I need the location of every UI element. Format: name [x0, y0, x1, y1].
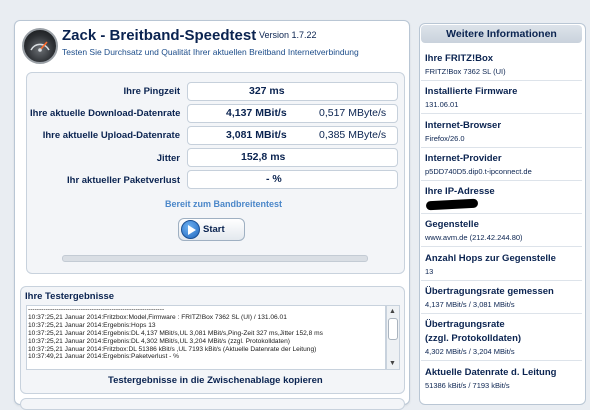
log-line: 10:37:25,21 Januar 2014:Fritzbox:Model,F…: [28, 313, 287, 321]
play-icon[interactable]: [181, 220, 200, 239]
browser-heading: Internet-Browser: [425, 120, 502, 131]
sidebar-divider: [421, 180, 582, 181]
hops-value: 13: [425, 267, 434, 276]
browser-value: Firefox/26.0: [425, 134, 465, 143]
download-mbyte-value: 0,517 MByte/s: [319, 107, 387, 119]
jitter-label: Jitter: [156, 153, 180, 164]
sidebar-divider: [421, 246, 582, 247]
bottom-panel: [20, 398, 405, 410]
log-line: 10:37:49,21 Januar 2014:Ergebnis:Paketve…: [28, 353, 180, 361]
protocol-rate-heading: Übertragungsrate: [425, 319, 505, 330]
results-title: Ihre Testergebnisse: [25, 291, 115, 302]
remote-host-value: www.avm.de (212.42.244.80): [425, 233, 523, 242]
measured-rate-heading: Übertragungsrate gemessen: [425, 286, 554, 297]
sidebar-divider: [421, 280, 582, 281]
jitter-value: 152,8 ms: [241, 151, 286, 163]
protocol-rate-subheading: (zzgl. Protokolldaten): [425, 333, 522, 344]
log-line: 10:37:25,21 Januar 2014:Ergebnis:Hops 13: [28, 321, 156, 329]
progress-bar: [62, 255, 368, 262]
results-log[interactable]: ----------------------------------------…: [26, 305, 386, 370]
jitter-value-box: [187, 148, 398, 167]
ping-value-box: [187, 82, 398, 101]
upload-mbyte-value: 0,385 MByte/s: [319, 129, 387, 141]
sidebar-divider: [421, 313, 582, 314]
upload-label: Ihre aktuelle Upload-Datenrate: [42, 130, 180, 141]
remote-host-heading: Gegenstelle: [425, 219, 479, 230]
line-rate-heading: Aktuelle Datenrate d. Leitung: [425, 367, 557, 378]
protocol-rate-value: 4,302 MBit/s / 3,204 MBit/s: [425, 347, 515, 356]
download-mbit-value: 4,137 MBit/s: [226, 107, 287, 119]
fritzbox-value: FRITZ!Box 7362 SL (UI): [425, 67, 506, 76]
fritzbox-heading: Ihre FRITZ!Box: [425, 53, 494, 64]
hops-heading: Anzahl Hops zur Gegenstelle: [425, 253, 556, 264]
status-text: Bereit zum Bandbreitentest: [165, 199, 283, 209]
app-subtitle: Testen Sie Durchsatz und Qualität Ihrer …: [62, 47, 359, 57]
measured-rate-value: 4,137 MBit/s / 3,081 MBit/s: [425, 300, 515, 309]
scroll-down-icon[interactable]: ▼: [388, 359, 397, 368]
ping-value: 327 ms: [249, 85, 285, 97]
provider-heading: Internet-Provider: [425, 153, 502, 164]
log-line: 10:37:25,21 Januar 2014:Ergebnis:DL 4,13…: [28, 329, 323, 337]
ping-label: Ihre Pingzeit: [123, 86, 180, 97]
packet-loss-value: - %: [266, 173, 282, 185]
firmware-heading: Installierte Firmware: [425, 86, 518, 97]
sidebar-divider: [421, 80, 582, 81]
speedometer-icon: [22, 28, 58, 64]
sidebar-divider: [421, 360, 582, 361]
line-rate-value: 51386 kBit/s / 7193 kBit/s: [425, 381, 510, 390]
packet-loss-value-box: [187, 170, 398, 189]
sidebar-divider: [421, 113, 582, 114]
sidebar-title: Weitere Informationen: [446, 28, 557, 40]
upload-mbit-value: 3,081 MBit/s: [226, 129, 287, 141]
packet-loss-label: Ihr aktueller Paketverlust: [67, 175, 180, 186]
scroll-up-icon[interactable]: ▲: [388, 307, 397, 316]
log-line: 10:37:25,21 Januar 2014:Ergebnis:DL 4,30…: [28, 337, 290, 345]
log-line: ----------------------------------------…: [28, 306, 165, 313]
scroll-thumb[interactable]: [388, 318, 398, 340]
app-title: Zack - Breitband-Speedtest: [62, 27, 257, 44]
copy-results-button[interactable]: Testergebnisse in die Zwischenablage kop…: [108, 375, 323, 386]
provider-value: p5DD740D5.dip0.t-ipconnect.de: [425, 167, 532, 176]
start-button-label[interactable]: Start: [203, 224, 225, 235]
firmware-value: 131.06.01: [425, 100, 459, 109]
download-label: Ihre aktuelle Download-Datenrate: [30, 108, 181, 119]
sidebar-divider: [421, 213, 582, 214]
sidebar-divider: [421, 147, 582, 148]
ip-address-heading: Ihre IP-Adresse: [425, 186, 495, 197]
log-line: 10:37:25,21 Januar 2014:Fritzbox:DL 5138…: [28, 345, 317, 353]
version-label: Version 1.7.22: [259, 30, 317, 40]
